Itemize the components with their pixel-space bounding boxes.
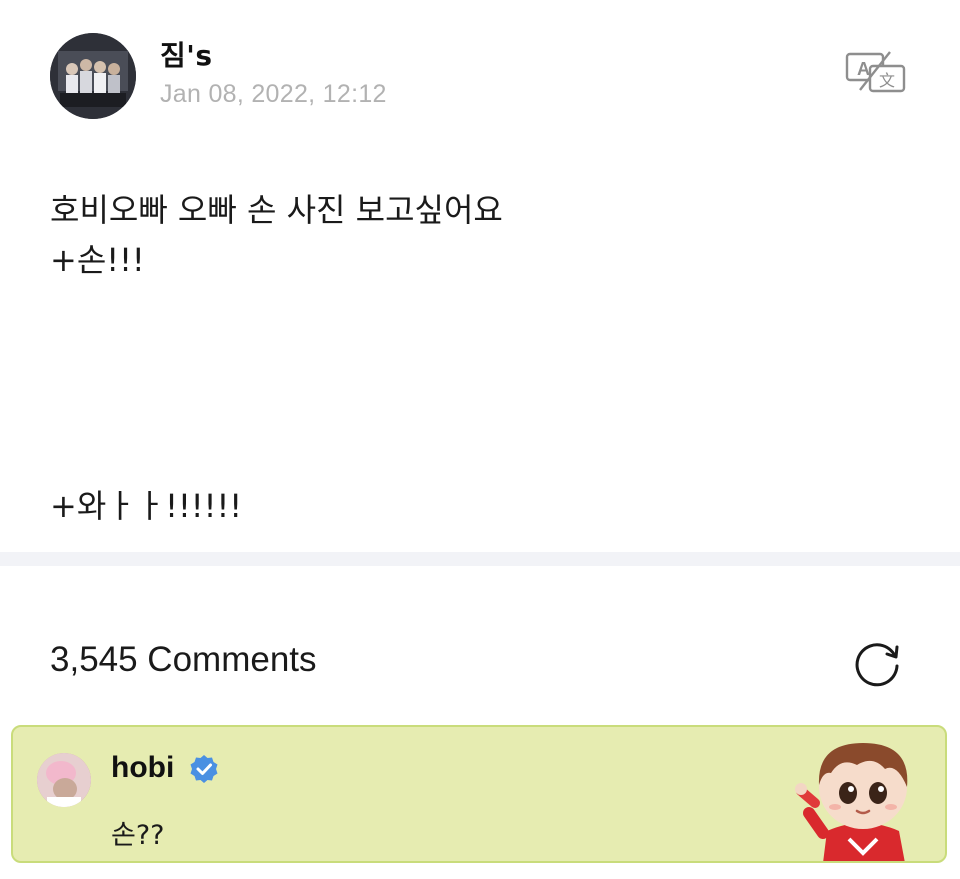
verified-badge-icon — [189, 754, 219, 784]
comment-text: 손?? — [111, 820, 165, 851]
post-header: 짐's Jan 08, 2022, 12:12 A 文 — [0, 0, 960, 140]
svg-text:A: A — [857, 59, 870, 79]
commenter-avatar[interactable] — [37, 753, 91, 807]
comments-count: 3,545 Comments — [50, 640, 317, 679]
character-sticker-icon — [793, 733, 933, 861]
post-body-line: +와ㅏㅏ!!!!!! — [50, 487, 243, 525]
highlighted-comment[interactable]: hobi 손?? — [11, 725, 947, 863]
refresh-icon[interactable] — [851, 636, 903, 688]
author-name[interactable]: 짐's — [160, 34, 213, 74]
post-body-line: +손!!! — [50, 241, 145, 279]
svg-text:文: 文 — [879, 71, 895, 90]
post-body-line: 호비오빠 오빠 손 사진 보고싶어요 — [50, 191, 503, 229]
translate-icon[interactable]: A 文 — [844, 50, 908, 94]
author-avatar[interactable] — [50, 33, 136, 119]
post-timestamp: Jan 08, 2022, 12:12 — [160, 80, 387, 108]
commenter-name[interactable]: hobi — [111, 751, 174, 785]
section-divider — [0, 552, 960, 566]
post-body: 호비오빠 오빠 손 사진 보고싶어요 +손!!! +와ㅏㅏ!!!!!! — [50, 185, 910, 525]
